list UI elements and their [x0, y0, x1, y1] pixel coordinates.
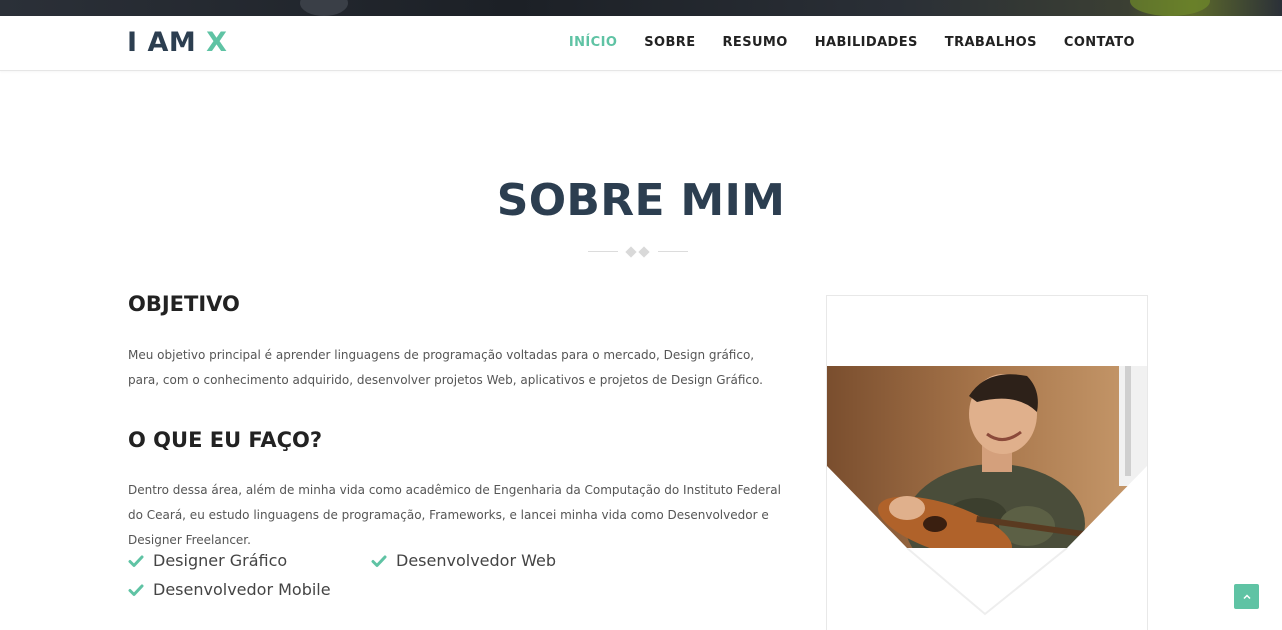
profile-photo-image [827, 366, 1147, 548]
hero-background-strip [0, 0, 1282, 16]
check-icon [128, 555, 144, 567]
hero-decoration [300, 0, 348, 16]
main-nav: INÍCIO SOBRE RESUMO HABILIDADES TRABALHO… [569, 35, 1135, 50]
nav-item-inicio[interactable]: INÍCIO [569, 35, 617, 50]
check-icon [128, 584, 144, 596]
skill-item: Desenvolvedor Web [371, 551, 556, 570]
skill-label: Desenvolvedor Web [396, 551, 556, 570]
skill-item: Desenvolvedor Mobile [128, 580, 331, 599]
divider-line [588, 251, 618, 252]
hero-decoration [1130, 0, 1210, 16]
check-icon [371, 555, 387, 567]
whatido-heading: O QUE EU FAÇO? [128, 428, 323, 452]
section-divider [588, 245, 688, 259]
nav-item-sobre[interactable]: SOBRE [644, 35, 695, 50]
navbar: I AM X INÍCIO SOBRE RESUMO HABILIDADES T… [0, 16, 1282, 71]
chevron-up-icon [1242, 593, 1251, 599]
divider-line [658, 251, 688, 252]
nav-item-resumo[interactable]: RESUMO [723, 35, 788, 50]
skill-item: Designer Gráfico [128, 551, 287, 570]
skill-label: Desenvolvedor Mobile [153, 580, 331, 599]
logo-main-text: I AM [127, 27, 197, 58]
objective-text: Meu objetivo principal é aprender lingua… [128, 348, 763, 387]
logo-accent-text: X [206, 27, 228, 58]
divider-diamond-icon [638, 246, 650, 258]
nav-item-habilidades[interactable]: HABILIDADES [815, 35, 918, 50]
objective-heading: OBJETIVO [128, 292, 240, 316]
skill-label: Designer Gráfico [153, 551, 288, 570]
profile-photo-card [826, 295, 1148, 630]
whatido-text: Dentro dessa área, além de minha vida co… [128, 483, 781, 547]
back-to-top-button[interactable] [1234, 584, 1259, 609]
site-logo[interactable]: I AM X [127, 27, 227, 58]
photo-card-chevron-shape [906, 548, 1068, 616]
nav-item-trabalhos[interactable]: TRABALHOS [945, 35, 1037, 50]
nav-item-contato[interactable]: CONTATO [1064, 35, 1135, 50]
divider-diamond-icon [625, 246, 637, 258]
section-title: SOBRE MIM [496, 175, 786, 226]
profile-photo [827, 366, 1147, 548]
